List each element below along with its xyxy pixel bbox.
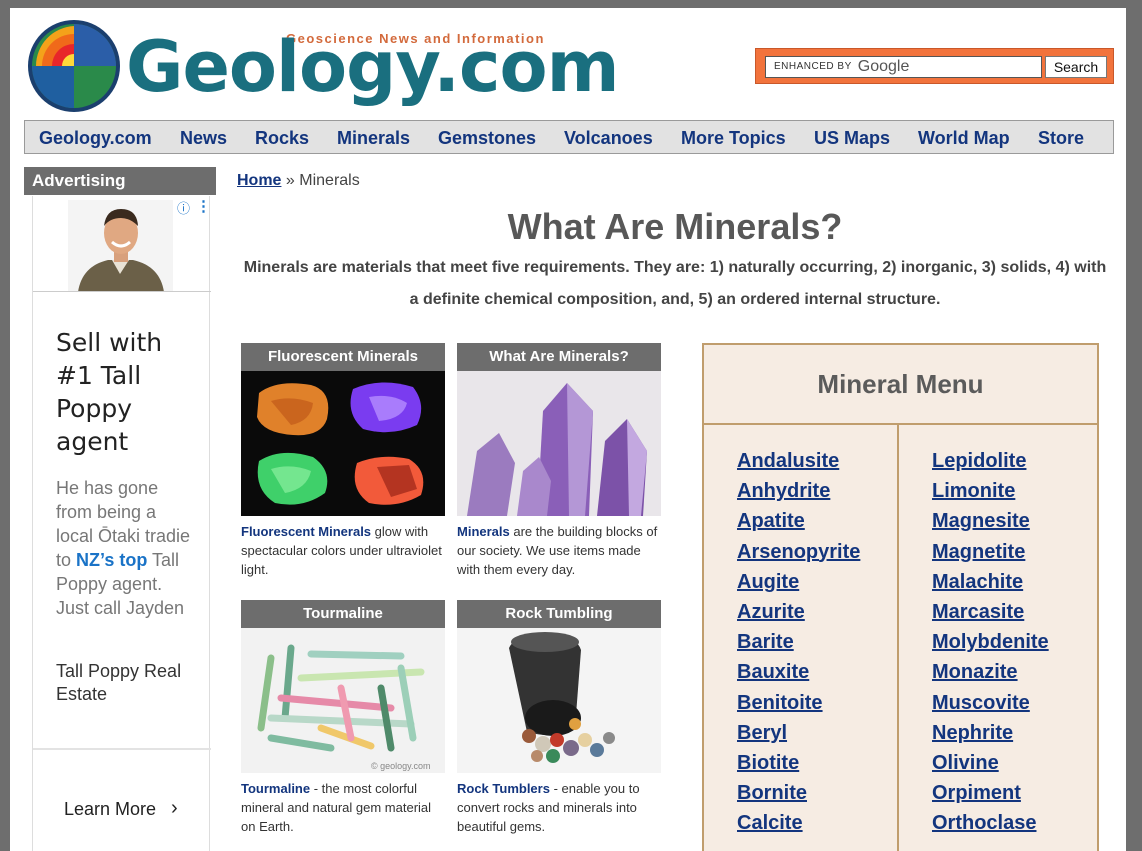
card-text: Fluorescent Minerals glow with spectacul…: [241, 522, 445, 579]
mineral-link[interactable]: Andalusite: [737, 450, 839, 472]
card-rock-tumbling[interactable]: Rock Tumbling Rock Tumblers - enable you…: [457, 600, 661, 836]
nav-item-store[interactable]: Store: [1038, 128, 1084, 149]
card-what-are-minerals[interactable]: What Are Minerals? Minerals are the buil…: [457, 343, 661, 579]
rock-tumbler-image[interactable]: [457, 628, 661, 773]
fluorescent-minerals-image[interactable]: [241, 371, 445, 516]
ad-menu-icon[interactable]: ⋮: [196, 197, 211, 215]
earth-logo-icon[interactable]: [26, 18, 122, 114]
nav-item-rocks[interactable]: Rocks: [255, 128, 309, 149]
card-link[interactable]: Minerals: [457, 524, 510, 539]
agent-photo[interactable]: [68, 200, 173, 292]
main-nav: Geology.com News Rocks Minerals Gemstone…: [24, 120, 1114, 154]
mineral-list-right: Lepidolite Limonite Magnesite Magnetite …: [932, 450, 1049, 842]
breadcrumb: Home » Minerals: [237, 172, 360, 190]
breadcrumb-current: Minerals: [299, 172, 360, 189]
mineral-link[interactable]: Biotite: [737, 752, 799, 774]
ad-body-highlight: NZ’s top: [76, 550, 148, 570]
card-tourmaline[interactable]: Tourmaline © geology.com Tourmaline - th…: [241, 600, 445, 836]
mineral-link[interactable]: Malachite: [932, 571, 1023, 593]
card-text: Tourmaline - the most colorful mineral a…: [241, 779, 445, 836]
nav-item-volcanoes[interactable]: Volcanoes: [564, 128, 653, 149]
mineral-link[interactable]: Beryl: [737, 722, 787, 744]
mineral-link[interactable]: Apatite: [737, 510, 805, 532]
mineral-menu-title: Mineral Menu: [704, 345, 1097, 425]
mineral-link[interactable]: Magnesite: [932, 510, 1030, 532]
nav-item-world-map[interactable]: World Map: [918, 128, 1010, 149]
card-link[interactable]: Tourmaline: [241, 781, 310, 796]
card-link[interactable]: Fluorescent Minerals: [241, 524, 371, 539]
ad-info-icon[interactable]: ⓘ: [177, 198, 190, 217]
mineral-link[interactable]: Olivine: [932, 752, 999, 774]
mineral-link[interactable]: Arsenopyrite: [737, 541, 860, 563]
mineral-link[interactable]: Anhydrite: [737, 480, 830, 502]
tourmaline-image[interactable]: © geology.com: [241, 628, 445, 773]
mineral-link[interactable]: Calcite: [737, 812, 803, 834]
page: Geoscience News and Information Geology.…: [10, 8, 1126, 851]
search-button[interactable]: Search: [1045, 56, 1107, 78]
card-fluorescent-minerals[interactable]: Fluorescent Minerals Fluorescent Mineral…: [241, 343, 445, 579]
nav-item-more-topics[interactable]: More Topics: [681, 128, 786, 149]
page-intro: Minerals are materials that meet five re…: [243, 259, 1107, 308]
mineral-list-left: Andalusite Anhydrite Apatite Arsenopyrit…: [737, 450, 860, 842]
ad-divider: [33, 748, 211, 750]
breadcrumb-home-link[interactable]: Home: [237, 172, 281, 189]
card-heading[interactable]: What Are Minerals?: [457, 343, 661, 371]
image-watermark: © geology.com: [371, 761, 431, 771]
mineral-menu: Mineral Menu Andalusite Anhydrite Apatit…: [702, 343, 1099, 851]
menu-divider: [897, 425, 899, 851]
card-heading[interactable]: Fluorescent Minerals: [241, 343, 445, 371]
mineral-link[interactable]: Barite: [737, 631, 794, 653]
ad-panel[interactable]: ⓘ ⋮ Sell with #1 Tall Poppy agent He has…: [32, 196, 211, 851]
mineral-link[interactable]: Magnetite: [932, 541, 1025, 563]
nav-item-us-maps[interactable]: US Maps: [814, 128, 890, 149]
search-enhanced-label: ENHANCED BY: [774, 61, 852, 73]
mineral-link[interactable]: Orthoclase: [932, 812, 1036, 834]
breadcrumb-separator: »: [285, 172, 295, 189]
card-link[interactable]: Rock Tumblers: [457, 781, 550, 796]
learn-more-button[interactable]: Learn More: [64, 799, 156, 820]
site-logo-text[interactable]: Geology.com: [126, 26, 620, 108]
mineral-link[interactable]: Marcasite: [932, 601, 1024, 623]
nav-item-news[interactable]: News: [180, 128, 227, 149]
ad-divider: [33, 291, 211, 292]
ad-brand[interactable]: Tall Poppy Real Estate: [56, 660, 196, 706]
google-logo: Google: [857, 58, 910, 76]
mineral-link[interactable]: Bornite: [737, 782, 807, 804]
amethyst-crystals-image[interactable]: [457, 371, 661, 516]
mineral-link[interactable]: Nephrite: [932, 722, 1013, 744]
mineral-link[interactable]: Monazite: [932, 661, 1018, 683]
nav-item-minerals[interactable]: Minerals: [337, 128, 410, 149]
ad-body[interactable]: He has gone from being a local Ōtaki tra…: [56, 476, 196, 620]
nav-item-geology[interactable]: Geology.com: [39, 128, 152, 149]
mineral-link[interactable]: Azurite: [737, 601, 805, 623]
page-title: What Are Minerals?: [507, 206, 843, 247]
card-heading[interactable]: Rock Tumbling: [457, 600, 661, 628]
mineral-link[interactable]: Bauxite: [737, 661, 809, 683]
mineral-link[interactable]: Molybdenite: [932, 631, 1049, 653]
search-form: ENHANCED BY Google Search: [755, 48, 1114, 84]
mineral-link[interactable]: Lepidolite: [932, 450, 1026, 472]
mineral-link[interactable]: Augite: [737, 571, 799, 593]
nav-item-gemstones[interactable]: Gemstones: [438, 128, 536, 149]
search-input[interactable]: ENHANCED BY Google: [765, 56, 1042, 78]
card-heading[interactable]: Tourmaline: [241, 600, 445, 628]
card-text: Rock Tumblers - enable you to convert ro…: [457, 779, 661, 836]
advertising-heading: Advertising: [24, 167, 216, 195]
card-text: Minerals are the building blocks of our …: [457, 522, 661, 579]
mineral-link[interactable]: Orpiment: [932, 782, 1021, 804]
mineral-link[interactable]: Muscovite: [932, 692, 1030, 714]
mineral-link[interactable]: Limonite: [932, 480, 1015, 502]
mineral-link[interactable]: Benitoite: [737, 692, 823, 714]
chevron-right-icon[interactable]: ›: [171, 797, 178, 820]
ad-headline[interactable]: Sell with #1 Tall Poppy agent: [56, 326, 206, 458]
